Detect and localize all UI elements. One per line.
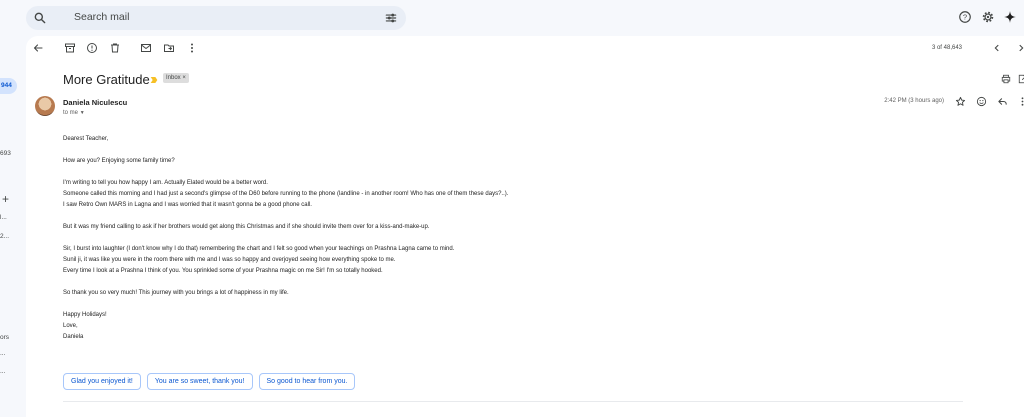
inbox-count-badge[interactable]: 944 [0,78,17,94]
smart-reply-button[interactable]: You are so sweet, thank you! [146,373,253,390]
inbox-label-chip[interactable]: Inbox × [163,73,189,83]
gmail-window: Search mail ? 944 693 + l... 2... ors ..… [0,0,1024,417]
star-icon[interactable] [955,96,966,107]
email-subject: More Gratitude [63,72,150,87]
print-icon[interactable] [1001,74,1011,84]
sidebar-fragment[interactable]: ors [0,334,9,341]
body-line: I saw Retro Own MARS in Lagna and I was … [63,202,312,208]
search-bar[interactable]: Search mail [26,6,406,30]
smart-reply-button[interactable]: Glad you enjoyed it! [63,373,141,390]
email-body: Dearest Teacher, How are you? Enjoying so… [63,134,963,343]
body-line: Daniela [63,334,84,340]
back-arrow-icon[interactable] [32,42,44,54]
report-spam-icon[interactable] [86,42,98,54]
smart-reply-button[interactable]: So good to hear from you. [258,373,356,390]
body-line: Sunil ji, it was like you were in the ro… [63,257,396,263]
body-line: But it was my friend calling to ask if h… [63,224,430,230]
open-new-window-icon[interactable] [1018,74,1024,84]
body-line: Every time I look at a Prashna I think o… [63,268,383,274]
sidebar-fragment[interactable]: l... [0,214,7,221]
remove-label-icon[interactable]: × [182,75,186,81]
delete-trash-icon[interactable] [109,42,121,54]
recipient-text: to me [63,110,79,116]
importance-marker-icon[interactable] [150,76,158,84]
help-icon[interactable]: ? [958,10,972,24]
mark-unread-icon[interactable] [140,42,152,54]
reply-icon[interactable] [997,96,1008,107]
sidebar-rail: 944 693 + l... 2... ors ... ... [0,36,26,417]
pagination-count: 3 of 48,643 [931,45,962,51]
body-line: Happy Holidays! [63,312,107,318]
smart-replies: Glad you enjoyed it! You are so sweet, t… [63,373,356,390]
settings-gear-icon[interactable] [981,10,995,24]
sender-avatar[interactable] [35,96,55,116]
inbox-label-text: Inbox [166,75,181,81]
body-line: Dearest Teacher, [63,136,109,142]
archive-icon[interactable] [64,42,76,54]
body-line: How are you? Enjoying some family time? [63,158,175,164]
more-options-icon[interactable] [186,42,198,54]
body-line: Love, [63,323,78,329]
older-chevron-right-icon[interactable] [1016,43,1024,53]
recipient-details[interactable]: to me ▼ [63,110,85,116]
move-to-folder-icon[interactable] [163,42,175,54]
body-line: I'm writing to tell you how happy I am. … [63,180,268,186]
newer-chevron-left-icon[interactable] [992,43,1002,53]
message-pane: 3 of 48,643 More Gratitude Inbox × Danie… [26,36,1024,417]
email-timestamp: 2:42 PM (3 hours ago) [884,98,944,104]
top-bar: Search mail ? [0,0,1024,36]
add-label-icon[interactable]: + [2,192,9,206]
body-line: Sir, I burst into laughter (I don't know… [63,246,455,252]
search-input[interactable]: Search mail [74,11,129,23]
chevron-down-icon[interactable]: ▼ [80,110,85,116]
sender-name[interactable]: Daniela Niculescu [63,98,127,107]
sidebar-fragment[interactable]: ... [0,368,5,375]
sidebar-fragment[interactable]: ... [0,350,5,357]
divider [63,401,963,402]
sidebar-fragment[interactable]: 2... [0,233,9,240]
search-icon[interactable] [33,11,47,25]
emoji-reaction-icon[interactable] [976,96,987,107]
svg-text:?: ? [963,13,967,22]
more-actions-icon[interactable] [1017,96,1024,107]
sidebar-fragment[interactable]: 693 [0,150,11,157]
body-line: So thank you so very much! This journey … [63,290,289,296]
gemini-sparkle-icon[interactable] [1003,10,1017,24]
body-line: Someone called this morning and I had ju… [63,191,509,197]
search-filter-icon[interactable] [384,11,398,25]
